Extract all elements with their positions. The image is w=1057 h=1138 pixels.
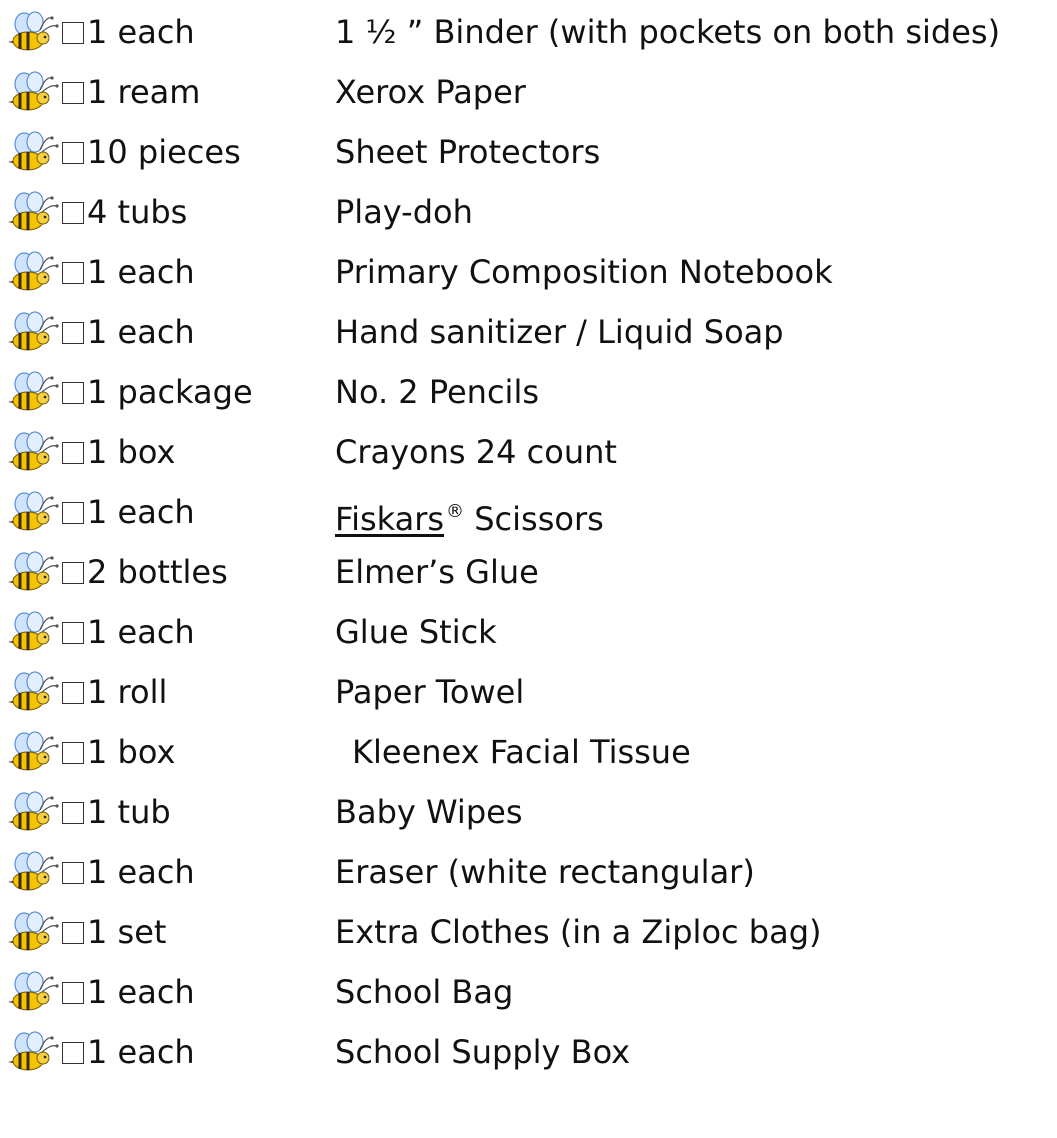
item-checkbox[interactable]: [62, 1042, 84, 1064]
bee-icon: [6, 850, 61, 892]
item-checkbox[interactable]: [62, 322, 84, 344]
bee-icon: [6, 1030, 61, 1072]
list-item: 1 each School Supply Box: [0, 1020, 1057, 1080]
item-name: Elmer’s Glue: [335, 553, 539, 591]
bee-icon: [6, 70, 61, 112]
item-quantity: 1 roll: [87, 673, 168, 711]
item-checkbox[interactable]: [62, 922, 84, 944]
item-checkbox[interactable]: [62, 142, 84, 164]
item-checkbox[interactable]: [62, 742, 84, 764]
bee-icon: [6, 370, 61, 412]
item-checkbox[interactable]: [62, 562, 84, 584]
list-item: 2 bottles Elmer’s Glue: [0, 540, 1057, 600]
item-name: Fiskars: [335, 500, 445, 538]
list-item: 1 each Hand sanitizer / Liquid Soap: [0, 300, 1057, 360]
item-checkbox[interactable]: [62, 442, 84, 464]
item-quantity: 1 each: [87, 1033, 195, 1071]
list-item: 1 each Fiskars ® Scissors: [0, 480, 1057, 540]
bee-icon: [6, 610, 61, 652]
item-quantity: 1 box: [87, 733, 176, 771]
item-name: School Supply Box: [335, 1033, 631, 1071]
bee-icon: [6, 790, 61, 832]
item-name: No. 2 Pencils: [335, 373, 539, 411]
list-item: 1 each 1 ½ ” Binder (with pockets on bot…: [0, 0, 1057, 60]
item-name: Kleenex Facial Tissue: [352, 733, 691, 771]
bee-icon: [6, 970, 61, 1012]
item-checkbox[interactable]: [62, 802, 84, 824]
item-checkbox[interactable]: [62, 682, 84, 704]
item-checkbox[interactable]: [62, 22, 84, 44]
bee-icon: [6, 490, 61, 532]
item-name: Xerox Paper: [335, 73, 526, 111]
bee-icon: [6, 10, 61, 52]
item-quantity: 1 each: [87, 253, 195, 291]
list-item: 1 package No. 2 Pencils: [0, 360, 1057, 420]
bee-icon: [6, 250, 61, 292]
item-name-group: Fiskars ® Scissors: [335, 492, 604, 539]
item-name: Primary Composition Notebook: [335, 253, 833, 291]
item-quantity: 1 each: [87, 853, 195, 891]
bee-icon: [6, 550, 61, 592]
list-item: 1 each Primary Composition Notebook: [0, 240, 1057, 300]
supply-list-page: { "bullet_icon": "bee-icon", "colors": {…: [0, 0, 1057, 1138]
bee-icon: [6, 190, 61, 232]
list-item: 1 each School Bag: [0, 960, 1057, 1020]
item-quantity: 1 package: [87, 373, 253, 411]
item-name: 1 ½ ” Binder (with pockets on both sides…: [335, 13, 1001, 51]
bee-icon: [6, 730, 61, 772]
item-quantity: 1 box: [87, 433, 176, 471]
item-quantity: 1 set: [87, 913, 167, 951]
bee-icon: [6, 430, 61, 472]
item-checkbox[interactable]: [62, 82, 84, 104]
item-checkbox[interactable]: [62, 502, 84, 524]
item-name: School Bag: [335, 973, 514, 1011]
list-item: 1 each Eraser (white rectangular): [0, 840, 1057, 900]
item-name: Sheet Protectors: [335, 133, 601, 171]
item-quantity: 10 pieces: [87, 133, 241, 171]
list-item: 1 ream Xerox Paper: [0, 60, 1057, 120]
bee-icon: [6, 670, 61, 712]
item-name: Paper Towel: [335, 673, 525, 711]
list-item: 1 set Extra Clothes (in a Ziploc bag): [0, 900, 1057, 960]
item-checkbox[interactable]: [62, 862, 84, 884]
item-name: Hand sanitizer / Liquid Soap: [335, 313, 784, 351]
bee-icon: [6, 910, 61, 952]
list-item: 4 tubs Play-doh: [0, 180, 1057, 240]
list-item: 1 each Glue Stick: [0, 600, 1057, 660]
list-item: 1 roll Paper Towel: [0, 660, 1057, 720]
list-item: 1 box Crayons 24 count: [0, 420, 1057, 480]
item-checkbox[interactable]: [62, 982, 84, 1004]
item-name: Eraser (white rectangular): [335, 853, 755, 891]
item-checkbox[interactable]: [62, 622, 84, 644]
list-item: 1 box Kleenex Facial Tissue: [0, 720, 1057, 780]
item-name: Baby Wipes: [335, 793, 523, 831]
item-name: Glue Stick: [335, 613, 497, 651]
item-quantity: 1 each: [87, 493, 195, 531]
item-quantity: 1 each: [87, 313, 195, 351]
item-name: Extra Clothes (in a Ziploc bag): [335, 913, 822, 951]
registered-mark: ®: [446, 501, 465, 522]
item-name-rest: Scissors: [464, 500, 604, 538]
item-checkbox[interactable]: [62, 262, 84, 284]
item-checkbox[interactable]: [62, 202, 84, 224]
list-item: 1 tub Baby Wipes: [0, 780, 1057, 840]
item-quantity: 1 ream: [87, 73, 201, 111]
item-quantity: 1 tub: [87, 793, 171, 831]
item-quantity: 1 each: [87, 613, 195, 651]
item-checkbox[interactable]: [62, 382, 84, 404]
item-quantity: 4 tubs: [87, 193, 188, 231]
item-quantity: 1 each: [87, 13, 195, 51]
list-item: 10 pieces Sheet Protectors: [0, 120, 1057, 180]
bee-icon: [6, 310, 61, 352]
item-name: Crayons 24 count: [335, 433, 617, 471]
bee-icon: [6, 130, 61, 172]
item-quantity: 1 each: [87, 973, 195, 1011]
item-name: Play-doh: [335, 193, 473, 231]
item-quantity: 2 bottles: [87, 553, 228, 591]
